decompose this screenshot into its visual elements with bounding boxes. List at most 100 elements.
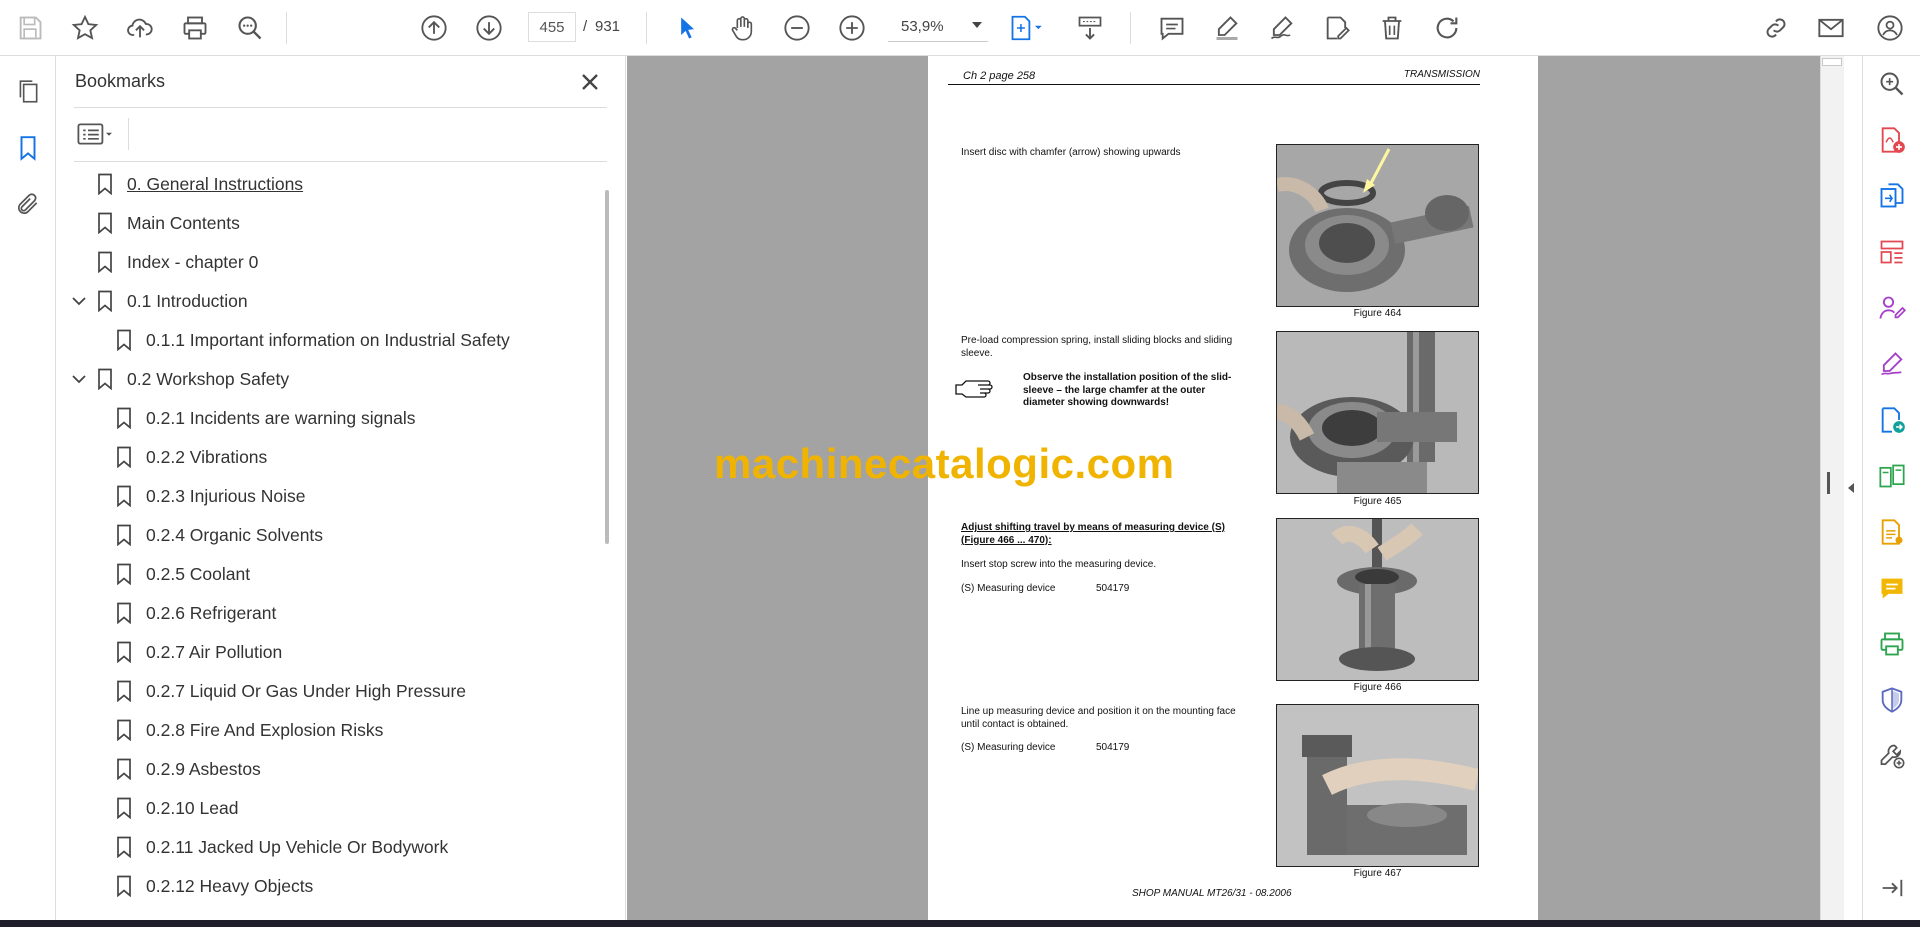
splitter-handle[interactable]	[1827, 472, 1830, 494]
bookmark-label: 0.2 Workshop Safety	[127, 368, 290, 389]
bookmark-icon	[117, 407, 131, 429]
edit-document-icon[interactable]	[1319, 10, 1355, 46]
next-page-icon[interactable]	[471, 10, 507, 46]
bookmark-item[interactable]: 0.2.11 Jacked Up Vehicle Or Bodywork	[115, 829, 448, 865]
send-for-review-icon[interactable]	[1874, 402, 1910, 438]
zoom-search-icon[interactable]	[1874, 66, 1910, 102]
bookmark-item[interactable]: 0.2.9 Asbestos	[115, 751, 261, 787]
bookmark-options-button[interactable]	[74, 119, 122, 149]
toolbar-separator	[646, 12, 647, 44]
note-text: Observe the installation position of the…	[1023, 372, 1232, 408]
save-icon[interactable]	[12, 10, 48, 46]
fill-sign-icon[interactable]	[1874, 346, 1910, 382]
right-tools-rail	[1862, 56, 1920, 922]
bookmark-icon	[117, 602, 131, 624]
bookmark-item[interactable]: Index - chapter 0	[96, 244, 258, 280]
more-tools-icon[interactable]	[1874, 738, 1910, 774]
bookmark-item[interactable]: 0.2.4 Organic Solvents	[115, 517, 323, 553]
bookmark-list: 0. General Instructions Main Contents Inde…	[56, 166, 596, 922]
tool-number: 504179	[1096, 742, 1130, 753]
bookmark-item[interactable]: 0.2.7 Air Pollution	[115, 634, 282, 670]
bookmark-icon	[98, 368, 112, 390]
bookmark-panel-icon[interactable]	[10, 130, 46, 166]
comment-tool-icon[interactable]	[1874, 570, 1910, 606]
figure-caption: Figure 464	[1353, 308, 1402, 319]
chevron-down-icon[interactable]	[70, 370, 88, 388]
select-cursor-icon[interactable]	[669, 10, 705, 46]
redo-icon[interactable]	[1429, 10, 1465, 46]
bookmark-item[interactable]: 0.2.10 Lead	[115, 790, 238, 826]
bookmark-label: 0.2.9 Asbestos	[146, 758, 261, 779]
bookmark-item[interactable]: 0.2.8 Fire And Explosion Risks	[115, 712, 383, 748]
document-scrollbar[interactable]	[1820, 56, 1844, 922]
figure-image	[1276, 518, 1479, 681]
print-icon[interactable]	[177, 10, 213, 46]
divider	[74, 161, 607, 162]
figure-caption: Figure 466	[1353, 682, 1402, 693]
create-pdf-icon[interactable]	[1874, 122, 1910, 158]
bookmark-item[interactable]: 0.2.5 Coolant	[115, 556, 250, 592]
taskbar-strip	[0, 920, 1920, 927]
collapse-right-panel-icon[interactable]	[1843, 478, 1859, 498]
bookmark-item[interactable]: 0.2.6 Refrigerant	[115, 595, 276, 631]
email-icon[interactable]	[1813, 10, 1849, 46]
fit-page-icon[interactable]	[1002, 10, 1050, 46]
tool-name: (S) Measuring device	[961, 583, 1056, 594]
bookmark-item[interactable]: Main Contents	[96, 205, 240, 241]
share-link-icon[interactable]	[1758, 10, 1794, 46]
hand-tool-icon[interactable]	[724, 10, 760, 46]
protect-shield-icon[interactable]	[1874, 682, 1910, 718]
bookmark-item[interactable]: 0. General Instructions	[96, 166, 303, 202]
bookmark-icon	[98, 251, 112, 273]
find-icon[interactable]	[232, 10, 268, 46]
scroll-mode-icon[interactable]	[1072, 10, 1108, 46]
bookmark-item[interactable]: 0.2.12 Heavy Objects	[115, 868, 313, 904]
scan-ocr-icon[interactable]	[1874, 514, 1910, 550]
zoom-select[interactable]: 53,9%	[888, 12, 988, 42]
bookmark-item[interactable]: 0.2.7 Liquid Or Gas Under High Pressure	[115, 673, 466, 709]
bookmark-icon	[117, 836, 131, 858]
comment-icon[interactable]	[1154, 10, 1190, 46]
bookmark-item[interactable]: 0.2 Workshop Safety	[72, 361, 290, 397]
bookmark-icon	[117, 875, 131, 897]
zoom-in-icon[interactable]	[834, 10, 870, 46]
bookmark-icon	[117, 329, 131, 351]
compare-files-icon[interactable]	[1874, 458, 1910, 494]
bookmark-label: 0.1.1 Important information on Industria…	[146, 329, 510, 350]
page-number-input[interactable]: 455	[528, 12, 576, 42]
account-icon[interactable]	[1872, 10, 1908, 46]
bookmark-icon	[117, 446, 131, 468]
bookmark-item[interactable]: 0.2.3 Injurious Noise	[115, 478, 306, 514]
page-thumbnails-icon[interactable]	[10, 74, 46, 110]
panel-title: Bookmarks	[75, 71, 166, 91]
draw-pen-icon[interactable]	[1264, 10, 1300, 46]
zoom-out-icon[interactable]	[779, 10, 815, 46]
chevron-down-icon[interactable]	[70, 292, 88, 310]
star-icon[interactable]	[67, 10, 103, 46]
bookmark-label: 0.2.11 Jacked Up Vehicle Or Bodywork	[146, 836, 449, 857]
bookmark-icon	[98, 212, 112, 234]
close-icon[interactable]	[576, 68, 604, 96]
bookmark-icon	[98, 173, 112, 195]
highlight-icon[interactable]	[1209, 10, 1245, 46]
request-signatures-icon[interactable]	[1874, 290, 1910, 326]
previous-page-icon[interactable]	[416, 10, 452, 46]
collapse-tools-pane-icon[interactable]	[1874, 870, 1910, 906]
step-text: Line up measuring device and position it…	[961, 706, 1236, 730]
bookmark-item[interactable]: 0.2.1 Incidents are warning signals	[115, 400, 415, 436]
delete-icon[interactable]	[1374, 10, 1410, 46]
print-production-icon[interactable]	[1874, 626, 1910, 662]
bookmark-icon	[117, 680, 131, 702]
section-heading: Adjust shifting travel by means of measu…	[961, 522, 1225, 546]
export-pdf-icon[interactable]	[1874, 178, 1910, 214]
attachments-icon[interactable]	[10, 186, 46, 222]
upload-cloud-icon[interactable]	[122, 10, 158, 46]
bookmark-item[interactable]: 0.1.1 Important information on Industria…	[115, 322, 510, 358]
bookmark-icon	[117, 758, 131, 780]
bookmark-item[interactable]: 0.1 Introduction	[72, 283, 248, 319]
organize-pages-icon[interactable]	[1874, 234, 1910, 270]
document-scrollbar-thumb[interactable]	[1822, 58, 1842, 66]
zoom-value: 53,9%	[901, 18, 944, 35]
bookmark-scrollbar[interactable]	[605, 190, 609, 544]
bookmark-item[interactable]: 0.2.2 Vibrations	[115, 439, 267, 475]
